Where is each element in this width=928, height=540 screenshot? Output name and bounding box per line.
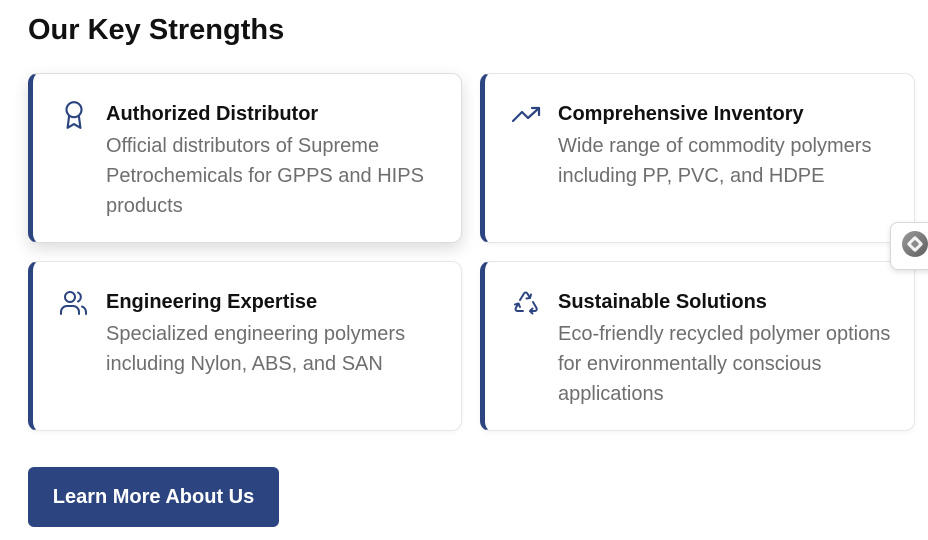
card-title: Authorized Distributor bbox=[106, 103, 319, 125]
trending-up-icon bbox=[511, 100, 541, 130]
card-description: Eco-friendly recycled polymer options fo… bbox=[558, 323, 891, 405]
recycle-icon bbox=[511, 288, 541, 318]
card-description: Wide range of commodity polymers includi… bbox=[558, 135, 872, 187]
strength-card-sustainable-solutions: Sustainable Solutions Eco-friendly recyc… bbox=[480, 261, 915, 431]
users-icon bbox=[59, 288, 89, 318]
key-strengths-section: Our Key Strengths Authorized Distributor… bbox=[0, 0, 928, 540]
strength-card-authorized-distributor: Authorized Distributor Official distribu… bbox=[28, 73, 462, 243]
card-title: Comprehensive Inventory bbox=[558, 103, 804, 125]
section-title: Our Key Strengths bbox=[28, 14, 285, 46]
diamond-widget-icon[interactable] bbox=[900, 229, 928, 264]
strength-card-comprehensive-inventory: Comprehensive Inventory Wide range of co… bbox=[480, 73, 915, 243]
card-title: Engineering Expertise bbox=[106, 291, 318, 313]
card-description: Official distributors of Supreme Petroch… bbox=[106, 135, 424, 217]
award-icon bbox=[59, 100, 89, 130]
strength-card-engineering-expertise: Engineering Expertise Specialized engine… bbox=[28, 261, 462, 431]
card-title: Sustainable Solutions bbox=[558, 291, 767, 313]
floating-widget-tab[interactable] bbox=[890, 222, 928, 270]
card-description: Specialized engineering polymers includi… bbox=[106, 323, 406, 375]
learn-more-button[interactable]: Learn More About Us bbox=[28, 467, 279, 527]
